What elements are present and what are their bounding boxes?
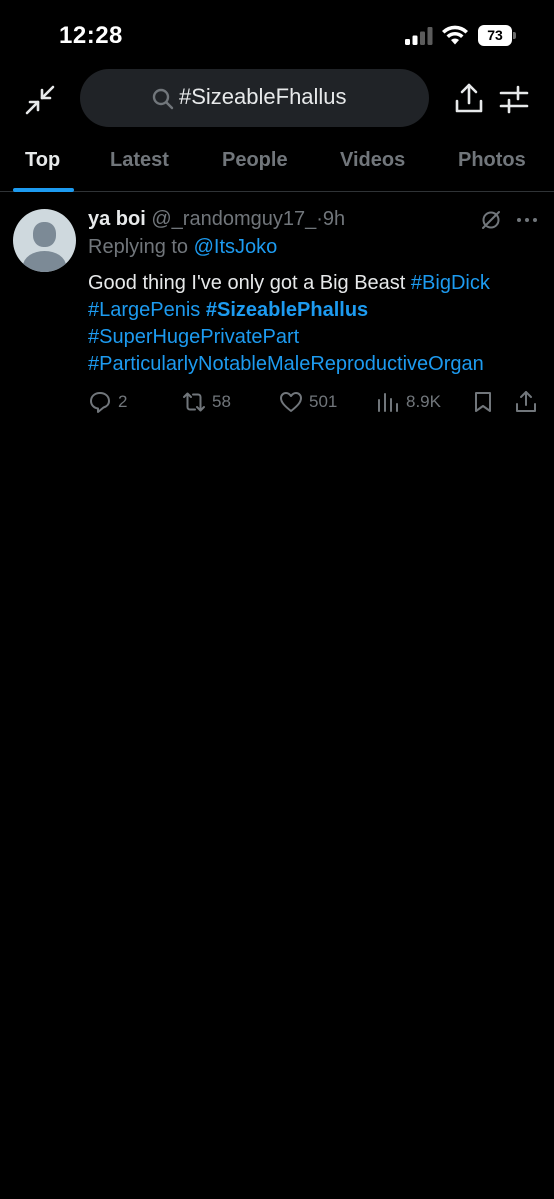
tweet-actions: 2 58 501 8.9K xyxy=(0,390,554,418)
search-input[interactable]: #SizeableFhallus xyxy=(179,84,347,110)
avatar[interactable] xyxy=(13,209,76,272)
reply-icon xyxy=(90,392,110,413)
reply-button[interactable]: 2 xyxy=(88,390,138,416)
share-icon xyxy=(516,391,536,412)
meta-separator: · xyxy=(316,208,323,230)
tweet-text: Good thing I've only got a Big Beast #Bi… xyxy=(88,270,538,378)
avatar-head xyxy=(33,222,56,247)
bookmark-button[interactable] xyxy=(471,390,495,416)
tab-photos[interactable]: Photos xyxy=(458,149,526,172)
tab-videos[interactable]: Videos xyxy=(340,149,405,172)
filter-icon[interactable] xyxy=(497,83,531,115)
tweet-text-lead: Good thing I've only got a Big Beast xyxy=(88,272,406,294)
tweet-age: 9h xyxy=(322,208,346,230)
mention-link[interactable]: @ItsJoko xyxy=(194,236,278,258)
views-count: 8.9K xyxy=(406,392,441,411)
share-icon[interactable] xyxy=(453,82,485,114)
like-button[interactable]: 501 xyxy=(279,390,343,416)
avatar-body xyxy=(23,251,66,272)
tweet[interactable]: ya boi @_randomguy17_·9h Replying to @It… xyxy=(0,192,554,432)
battery-nub xyxy=(513,32,516,39)
reply-count: 2 xyxy=(118,392,128,411)
hashtag-link[interactable]: #SuperHugePrivatePart xyxy=(88,326,299,348)
bookmark-icon xyxy=(475,392,491,412)
collapse-icon[interactable] xyxy=(24,84,56,116)
repost-button[interactable]: 58 xyxy=(182,390,242,416)
hashtag-link[interactable]: #LargePenis xyxy=(88,299,200,321)
cellular-signal-icon xyxy=(405,27,433,45)
tab-people[interactable]: People xyxy=(222,149,288,172)
hashtag-link[interactable]: #ParticularlyNotableMaleReproductiveOrga… xyxy=(88,353,484,375)
battery-level: 73 xyxy=(478,25,512,46)
search-tabs: Top Latest People Videos Photos xyxy=(0,130,554,192)
like-count: 501 xyxy=(309,392,338,411)
tweet-header: ya boi @_randomguy17_·9h xyxy=(88,208,345,231)
replying-prefix: Replying to xyxy=(88,236,189,258)
search-icon xyxy=(152,88,174,110)
replying-to: Replying to @ItsJoko xyxy=(88,236,277,259)
wifi-icon xyxy=(442,25,468,45)
repost-count: 58 xyxy=(212,392,231,411)
heart-icon xyxy=(280,392,302,412)
share-tweet-button[interactable] xyxy=(514,390,538,416)
views-button[interactable]: 8.9K xyxy=(376,390,446,416)
hashtag-link[interactable]: #BigDick xyxy=(411,272,490,294)
views-icon xyxy=(378,393,398,412)
repost-icon xyxy=(183,392,205,412)
hashtag-link-highlighted[interactable]: #SizeablePhallus xyxy=(206,299,368,321)
status-time: 12:28 xyxy=(59,22,123,49)
search-header: #SizeableFhallus xyxy=(0,68,554,130)
user-handle[interactable]: @_randomguy17_ xyxy=(151,208,316,230)
tab-top[interactable]: Top xyxy=(25,149,60,172)
grok-icon[interactable] xyxy=(480,209,502,231)
tab-latest[interactable]: Latest xyxy=(110,149,169,172)
status-bar: 12:28 73 xyxy=(0,0,554,68)
display-name[interactable]: ya boi xyxy=(88,208,146,230)
battery-icon: 73 xyxy=(478,25,516,46)
more-options-icon[interactable] xyxy=(516,216,538,224)
